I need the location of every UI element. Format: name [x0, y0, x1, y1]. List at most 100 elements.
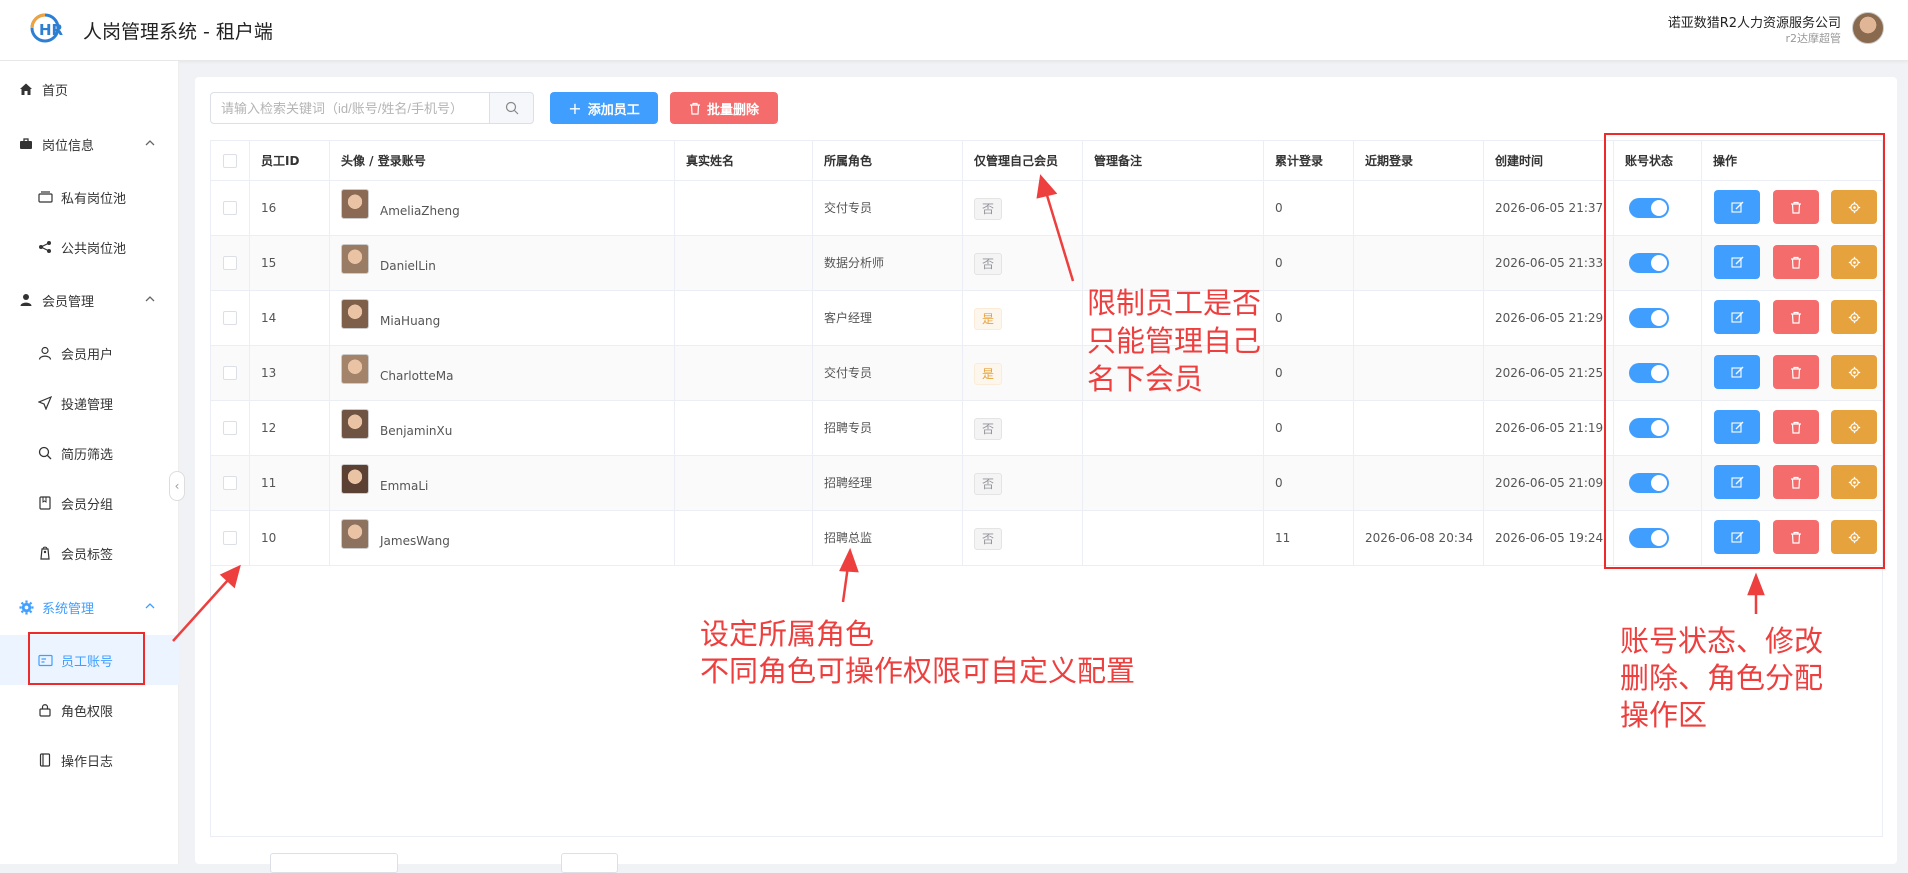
chevron-up-icon [145, 140, 155, 146]
account-cell: MiaHuang [330, 291, 675, 346]
own-members-cell: 是 [963, 291, 1083, 346]
user-avatar[interactable] [1852, 12, 1884, 44]
created-time: 2026-06-05 19:24 [1484, 511, 1614, 566]
login-account: AmeliaZheng [380, 204, 460, 218]
login-account: MiaHuang [380, 314, 441, 328]
staff-id: 14 [250, 291, 330, 346]
batch-delete-label: 批量删除 [706, 102, 759, 118]
own-members-tag: 否 [974, 252, 1003, 275]
account-cell: AmeliaZheng [330, 181, 675, 236]
real-name [675, 181, 813, 236]
sidebar-item-role-permissions[interactable]: 角色权限 [0, 685, 179, 735]
login-count: 11 [1264, 511, 1354, 566]
own-members-cell: 否 [963, 401, 1083, 456]
sidebar-item-label: 私有岗位池 [61, 191, 127, 207]
admin-note [1083, 511, 1264, 566]
sidebar-item-home[interactable]: 首页 [0, 64, 179, 114]
lock-icon [37, 702, 53, 718]
account-cell: BenjaminXu [330, 401, 675, 456]
sidebar-item-private-jobs[interactable]: 私有岗位池 [0, 172, 179, 222]
column-header: 所属角色 [813, 141, 963, 181]
share-icon [37, 239, 53, 255]
search-button[interactable] [489, 92, 534, 124]
staff-id: 10 [250, 511, 330, 566]
recent-login: 2026-06-08 20:34 [1354, 511, 1484, 566]
role: 数据分析师 [813, 236, 963, 291]
trash-icon [689, 102, 700, 115]
login-account: JamesWang [380, 534, 450, 548]
search-input[interactable] [210, 92, 490, 124]
role: 交付专员 [813, 346, 963, 401]
row-checkbox[interactable] [223, 476, 237, 490]
row-checkbox[interactable] [223, 256, 237, 270]
book-icon [37, 495, 53, 511]
role: 客户经理 [813, 291, 963, 346]
select-all-checkbox[interactable] [223, 154, 237, 168]
column-header: 近期登录 [1354, 141, 1484, 181]
sidebar-item-member-groups[interactable]: 会员分组 [0, 478, 179, 528]
sidebar-item-delivery[interactable]: 投递管理 [0, 378, 179, 428]
user-role: r2达摩超管 [1785, 32, 1841, 45]
sidebar-item-system[interactable]: 系统管理 [0, 582, 179, 632]
account-cell: JamesWang [330, 511, 675, 566]
sidebar-item-jobs[interactable]: 岗位信息 [0, 119, 179, 169]
row-checkbox[interactable] [223, 311, 237, 325]
annotation-own-members: 限制员工是否 只能管理自己 名下会员 [1087, 284, 1261, 398]
search-icon [505, 101, 518, 115]
admin-note [1083, 236, 1264, 291]
add-staff-button[interactable]: + 添加员工 [550, 92, 658, 124]
tag-icon [37, 545, 53, 561]
chevron-up-icon [145, 296, 155, 302]
select-cell [211, 181, 250, 236]
recent-login [1354, 346, 1484, 401]
sidebar-item-resume-filter[interactable]: 简历筛选 [0, 428, 179, 478]
sidebar-item-label: 系统管理 [42, 601, 95, 617]
own-members-tag: 否 [974, 472, 1003, 495]
row-checkbox[interactable] [223, 201, 237, 215]
sidebar-item-member-users[interactable]: 会员用户 [0, 328, 179, 378]
logo-text: HR [39, 21, 64, 39]
row-checkbox[interactable] [223, 421, 237, 435]
avatar [341, 244, 369, 274]
select-cell [211, 291, 250, 346]
sidebar-item-label: 会员管理 [42, 294, 95, 310]
sidebar-item-label: 首页 [42, 83, 69, 99]
sidebar-item-label: 岗位信息 [42, 138, 95, 154]
row-checkbox[interactable] [223, 531, 237, 545]
briefcase-icon [18, 136, 34, 152]
sidebar-item-label: 简历筛选 [61, 447, 114, 463]
real-name [675, 511, 813, 566]
column-header: 真实姓名 [675, 141, 813, 181]
sidebar-item-label: 会员分组 [61, 497, 114, 513]
user-icon [18, 292, 34, 308]
row-checkbox[interactable] [223, 366, 237, 380]
sidebar-item-members[interactable]: 会员管理 [0, 275, 179, 325]
sidebar-item-operation-log[interactable]: 操作日志 [0, 735, 179, 785]
staff-id: 11 [250, 456, 330, 511]
own-members-cell: 否 [963, 236, 1083, 291]
column-header: 仅管理自己会员 [963, 141, 1083, 181]
select-cell [211, 456, 250, 511]
recent-login [1354, 181, 1484, 236]
batch-delete-button[interactable]: 批量删除 [670, 92, 778, 124]
own-members-cell: 否 [963, 511, 1083, 566]
column-header: 头像 / 登录账号 [330, 141, 675, 181]
annotation-role: 设定所属角色 不同角色可操作权限可自定义配置 [700, 616, 1135, 690]
role: 交付专员 [813, 181, 963, 236]
sidebar-item-public-jobs[interactable]: 公共岗位池 [0, 222, 179, 272]
page-jump-input[interactable] [561, 853, 618, 873]
select-cell [211, 511, 250, 566]
sidebar-item-label: 投递管理 [61, 397, 114, 413]
sidebar-collapse-button[interactable]: ‹ [169, 471, 185, 501]
gear-icon [18, 599, 34, 615]
own-members-tag: 是 [974, 362, 1003, 385]
annotation-box-staff-accounts [28, 632, 145, 685]
account-cell: DanielLin [330, 236, 675, 291]
page-size-select[interactable] [270, 853, 398, 873]
own-members-tag: 否 [974, 197, 1003, 220]
column-header: 管理备注 [1083, 141, 1264, 181]
company-name[interactable]: 诺亚数猎R2人力资源服务公司 [1668, 12, 1841, 31]
role: 招聘总监 [813, 511, 963, 566]
sidebar-item-member-tags[interactable]: 会员标签 [0, 528, 179, 578]
annotation-box-operations [1604, 133, 1885, 569]
